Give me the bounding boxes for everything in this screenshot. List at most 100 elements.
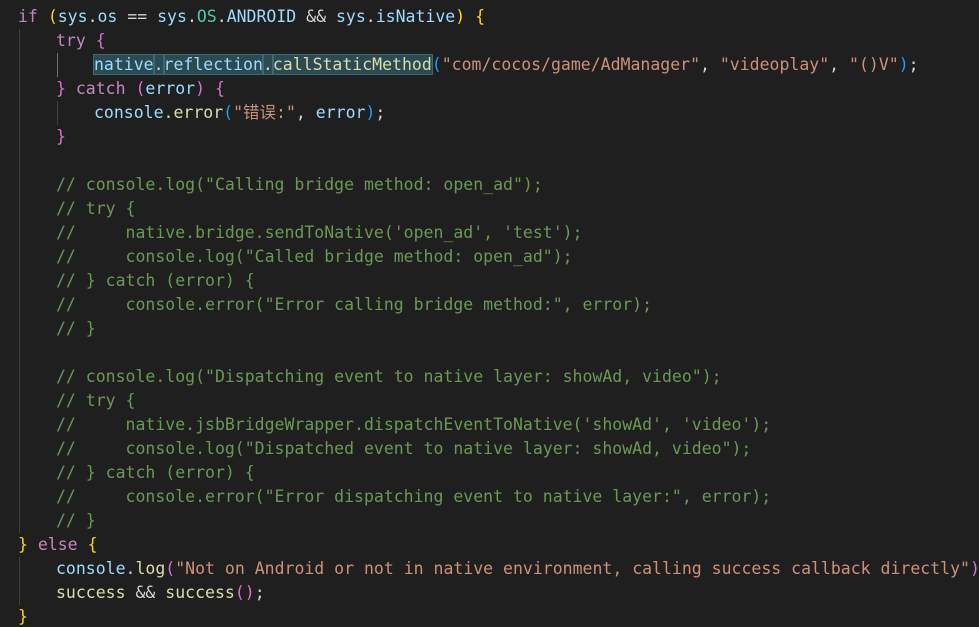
code-token: reflection xyxy=(162,54,264,75)
code-line[interactable]: // } catch (error) { xyxy=(56,461,255,485)
code-line[interactable]: try { xyxy=(56,29,106,53)
code-token: log xyxy=(135,559,166,578)
code-token: . xyxy=(163,103,174,122)
code-token: console xyxy=(56,559,126,578)
code-line[interactable]: // try { xyxy=(56,197,135,221)
code-line[interactable]: success && success(); xyxy=(56,581,265,605)
code-token: ) xyxy=(195,79,206,98)
code-line[interactable]: } else { xyxy=(18,533,98,557)
code-token: "Not on Android or not in native environ… xyxy=(175,559,970,578)
code-token: // try { xyxy=(56,199,136,218)
code-token: . xyxy=(152,54,165,75)
code-token: if xyxy=(18,7,38,26)
code-token: { xyxy=(95,31,106,50)
code-line[interactable]: } xyxy=(56,125,66,149)
code-token: ( xyxy=(234,583,245,602)
code-token: "com/cocos/game/AdManager" xyxy=(441,55,700,74)
code-token: else xyxy=(37,535,78,554)
code-token: } xyxy=(56,127,66,146)
code-line[interactable]: // try { xyxy=(56,389,135,413)
code-token: ) xyxy=(969,559,979,578)
code-line[interactable]: // console.log("Called bridge method: op… xyxy=(56,245,573,269)
code-token: } xyxy=(56,79,66,98)
code-token: isNative xyxy=(375,7,456,26)
code-token: // } xyxy=(56,511,96,530)
code-token: // } catch (error) { xyxy=(56,463,255,482)
code-line[interactable]: if (sys.os == sys.OS.ANDROID && sys.isNa… xyxy=(18,5,485,29)
code-token: , xyxy=(700,55,720,74)
code-token: ) xyxy=(365,103,376,122)
code-token: OS xyxy=(196,7,217,26)
code-line[interactable]: // console.log("Calling bridge method: o… xyxy=(56,173,543,197)
code-token: { xyxy=(87,535,98,554)
code-token: native xyxy=(93,54,155,75)
code-token: ANDROID xyxy=(226,7,297,26)
code-token: ( xyxy=(223,103,234,122)
code-token: // } xyxy=(56,319,96,338)
code-line[interactable]: // native.jsbBridgeWrapper.dispatchEvent… xyxy=(56,413,771,437)
code-line[interactable]: // console.error("Error calling bridge m… xyxy=(56,293,652,317)
code-token: } xyxy=(18,607,28,626)
code-token: sys xyxy=(157,7,187,26)
indent-guide xyxy=(57,101,58,125)
code-token: ( xyxy=(47,7,58,26)
code-token: // } catch (error) { xyxy=(56,271,255,290)
code-token: os xyxy=(97,7,118,26)
code-line[interactable]: // console.log("Dispatching event to nat… xyxy=(56,365,722,389)
code-token: && xyxy=(296,7,336,26)
code-token: . xyxy=(216,7,227,26)
code-line[interactable]: } catch (error) { xyxy=(56,77,225,101)
code-token: catch xyxy=(75,79,126,98)
code-token: // console.log("Calling bridge method: o… xyxy=(56,175,543,194)
code-token: // native.bridge.sendToNative('open_ad',… xyxy=(56,223,583,242)
code-token: try xyxy=(56,31,86,50)
code-line[interactable]: } xyxy=(18,605,28,627)
code-token: . xyxy=(87,7,98,26)
code-line[interactable]: native.reflection.callStaticMethod("com/… xyxy=(93,53,919,77)
code-token: == xyxy=(117,7,158,26)
code-token: { xyxy=(475,7,486,26)
code-line[interactable]: // console.log("Dispatched event to nati… xyxy=(56,437,751,461)
code-line[interactable]: // native.bridge.sendToNative('open_ad',… xyxy=(56,221,583,245)
code-line[interactable]: // } xyxy=(56,317,96,341)
code-line[interactable]: // console.error("Error dispatching even… xyxy=(56,485,771,509)
indent-guide xyxy=(57,53,58,77)
code-token: // try { xyxy=(56,391,136,410)
code-token: . xyxy=(186,7,197,26)
code-token: "()V" xyxy=(849,55,899,74)
code-line[interactable]: // } xyxy=(56,509,96,533)
code-token: // console.log("Dispatched event to nati… xyxy=(56,439,752,458)
code-token: . xyxy=(365,7,376,26)
code-token: // native.jsbBridgeWrapper.dispatchEvent… xyxy=(56,415,772,434)
code-token: ) xyxy=(244,583,255,602)
code-token: error xyxy=(173,103,224,122)
code-line[interactable]: console.error("错误:", error); xyxy=(94,101,385,125)
code-token: ; xyxy=(254,583,265,602)
code-token: error xyxy=(315,103,366,122)
code-token: sys xyxy=(57,7,88,26)
code-token: ( xyxy=(165,559,176,578)
code-token: } xyxy=(18,535,28,554)
code-token: ; xyxy=(375,103,386,122)
indent-guide xyxy=(19,557,20,605)
code-token: , xyxy=(829,55,850,74)
code-token: ) xyxy=(898,55,909,74)
code-editor[interactable]: if (sys.os == sys.OS.ANDROID && sys.isNa… xyxy=(0,0,979,627)
code-token: console xyxy=(94,103,164,122)
code-token: // console.error("Error dispatching even… xyxy=(56,487,772,506)
code-line[interactable]: // } catch (error) { xyxy=(56,269,255,293)
code-token: success xyxy=(165,583,235,602)
code-token: error xyxy=(145,79,196,98)
code-line[interactable]: console.log("Not on Android or not in na… xyxy=(56,557,979,581)
code-token: . xyxy=(261,54,274,75)
code-token: , xyxy=(295,103,316,122)
code-token: success xyxy=(56,583,126,602)
code-token: "错误:" xyxy=(233,103,296,122)
